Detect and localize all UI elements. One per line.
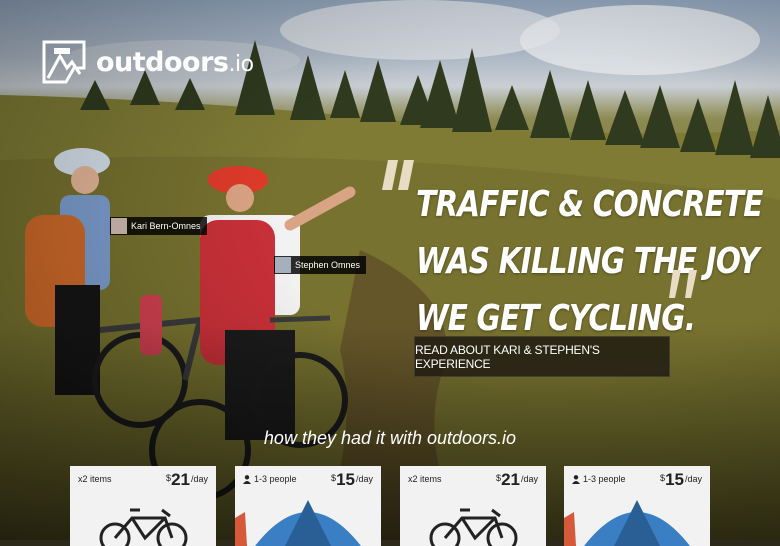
bike-icon xyxy=(429,508,518,546)
person-tag-kari[interactable]: Kari Bern-Omnes xyxy=(110,217,207,235)
product-card-bike[interactable]: x2 items $21/day xyxy=(70,466,216,546)
person-tag-label: Stephen Omnes xyxy=(295,260,361,270)
section-subtitle: how they had it with outdoors.io xyxy=(263,428,517,448)
close-quote-icon xyxy=(669,270,697,298)
card-price: $21/day xyxy=(496,470,538,489)
person-tag-stephen[interactable]: Stephen Omnes xyxy=(274,256,367,274)
card-price: $15/day xyxy=(331,470,373,489)
mountain-flag-icon xyxy=(42,40,86,84)
person-tag-label: Kari Bern-Omnes xyxy=(131,221,201,231)
brand-logo[interactable]: outdoors.io xyxy=(40,38,254,86)
open-quote-icon xyxy=(382,160,414,190)
avatar xyxy=(275,257,291,273)
quote-line: TRAFFIC & CONCRETE xyxy=(416,184,763,225)
read-experience-button[interactable]: READ ABOUT KARI & STEPHEN'S EXPERIENCE xyxy=(414,336,670,377)
person-icon xyxy=(243,474,251,484)
card-label: 1-3 people xyxy=(572,474,626,484)
avatar xyxy=(111,218,127,234)
tent-icon xyxy=(235,500,361,546)
product-card-tent[interactable]: 1-3 people $15/day xyxy=(235,466,381,546)
card-label: 1-3 people xyxy=(243,474,297,484)
product-card-tent[interactable]: 1-3 people $15/day xyxy=(564,466,710,546)
read-experience-label: READ ABOUT KARI & STEPHEN'S EXPERIENCE xyxy=(415,342,600,371)
bike-icon xyxy=(99,508,188,546)
card-label: x2 items xyxy=(408,474,442,484)
card-label: x2 items xyxy=(78,474,112,484)
testimonial-quote: TRAFFIC & CONCRETE WAS KILLING THE JOY W… xyxy=(416,176,763,347)
product-card-bike[interactable]: x2 items $21/day xyxy=(400,466,546,546)
brand-name: outdoors.io xyxy=(96,46,254,78)
tent-icon xyxy=(564,500,690,546)
card-price: $21/day xyxy=(166,470,208,489)
quote-line: WAS KILLING THE JOY xyxy=(416,241,759,282)
person-icon xyxy=(572,474,580,484)
card-price: $15/day xyxy=(660,470,702,489)
